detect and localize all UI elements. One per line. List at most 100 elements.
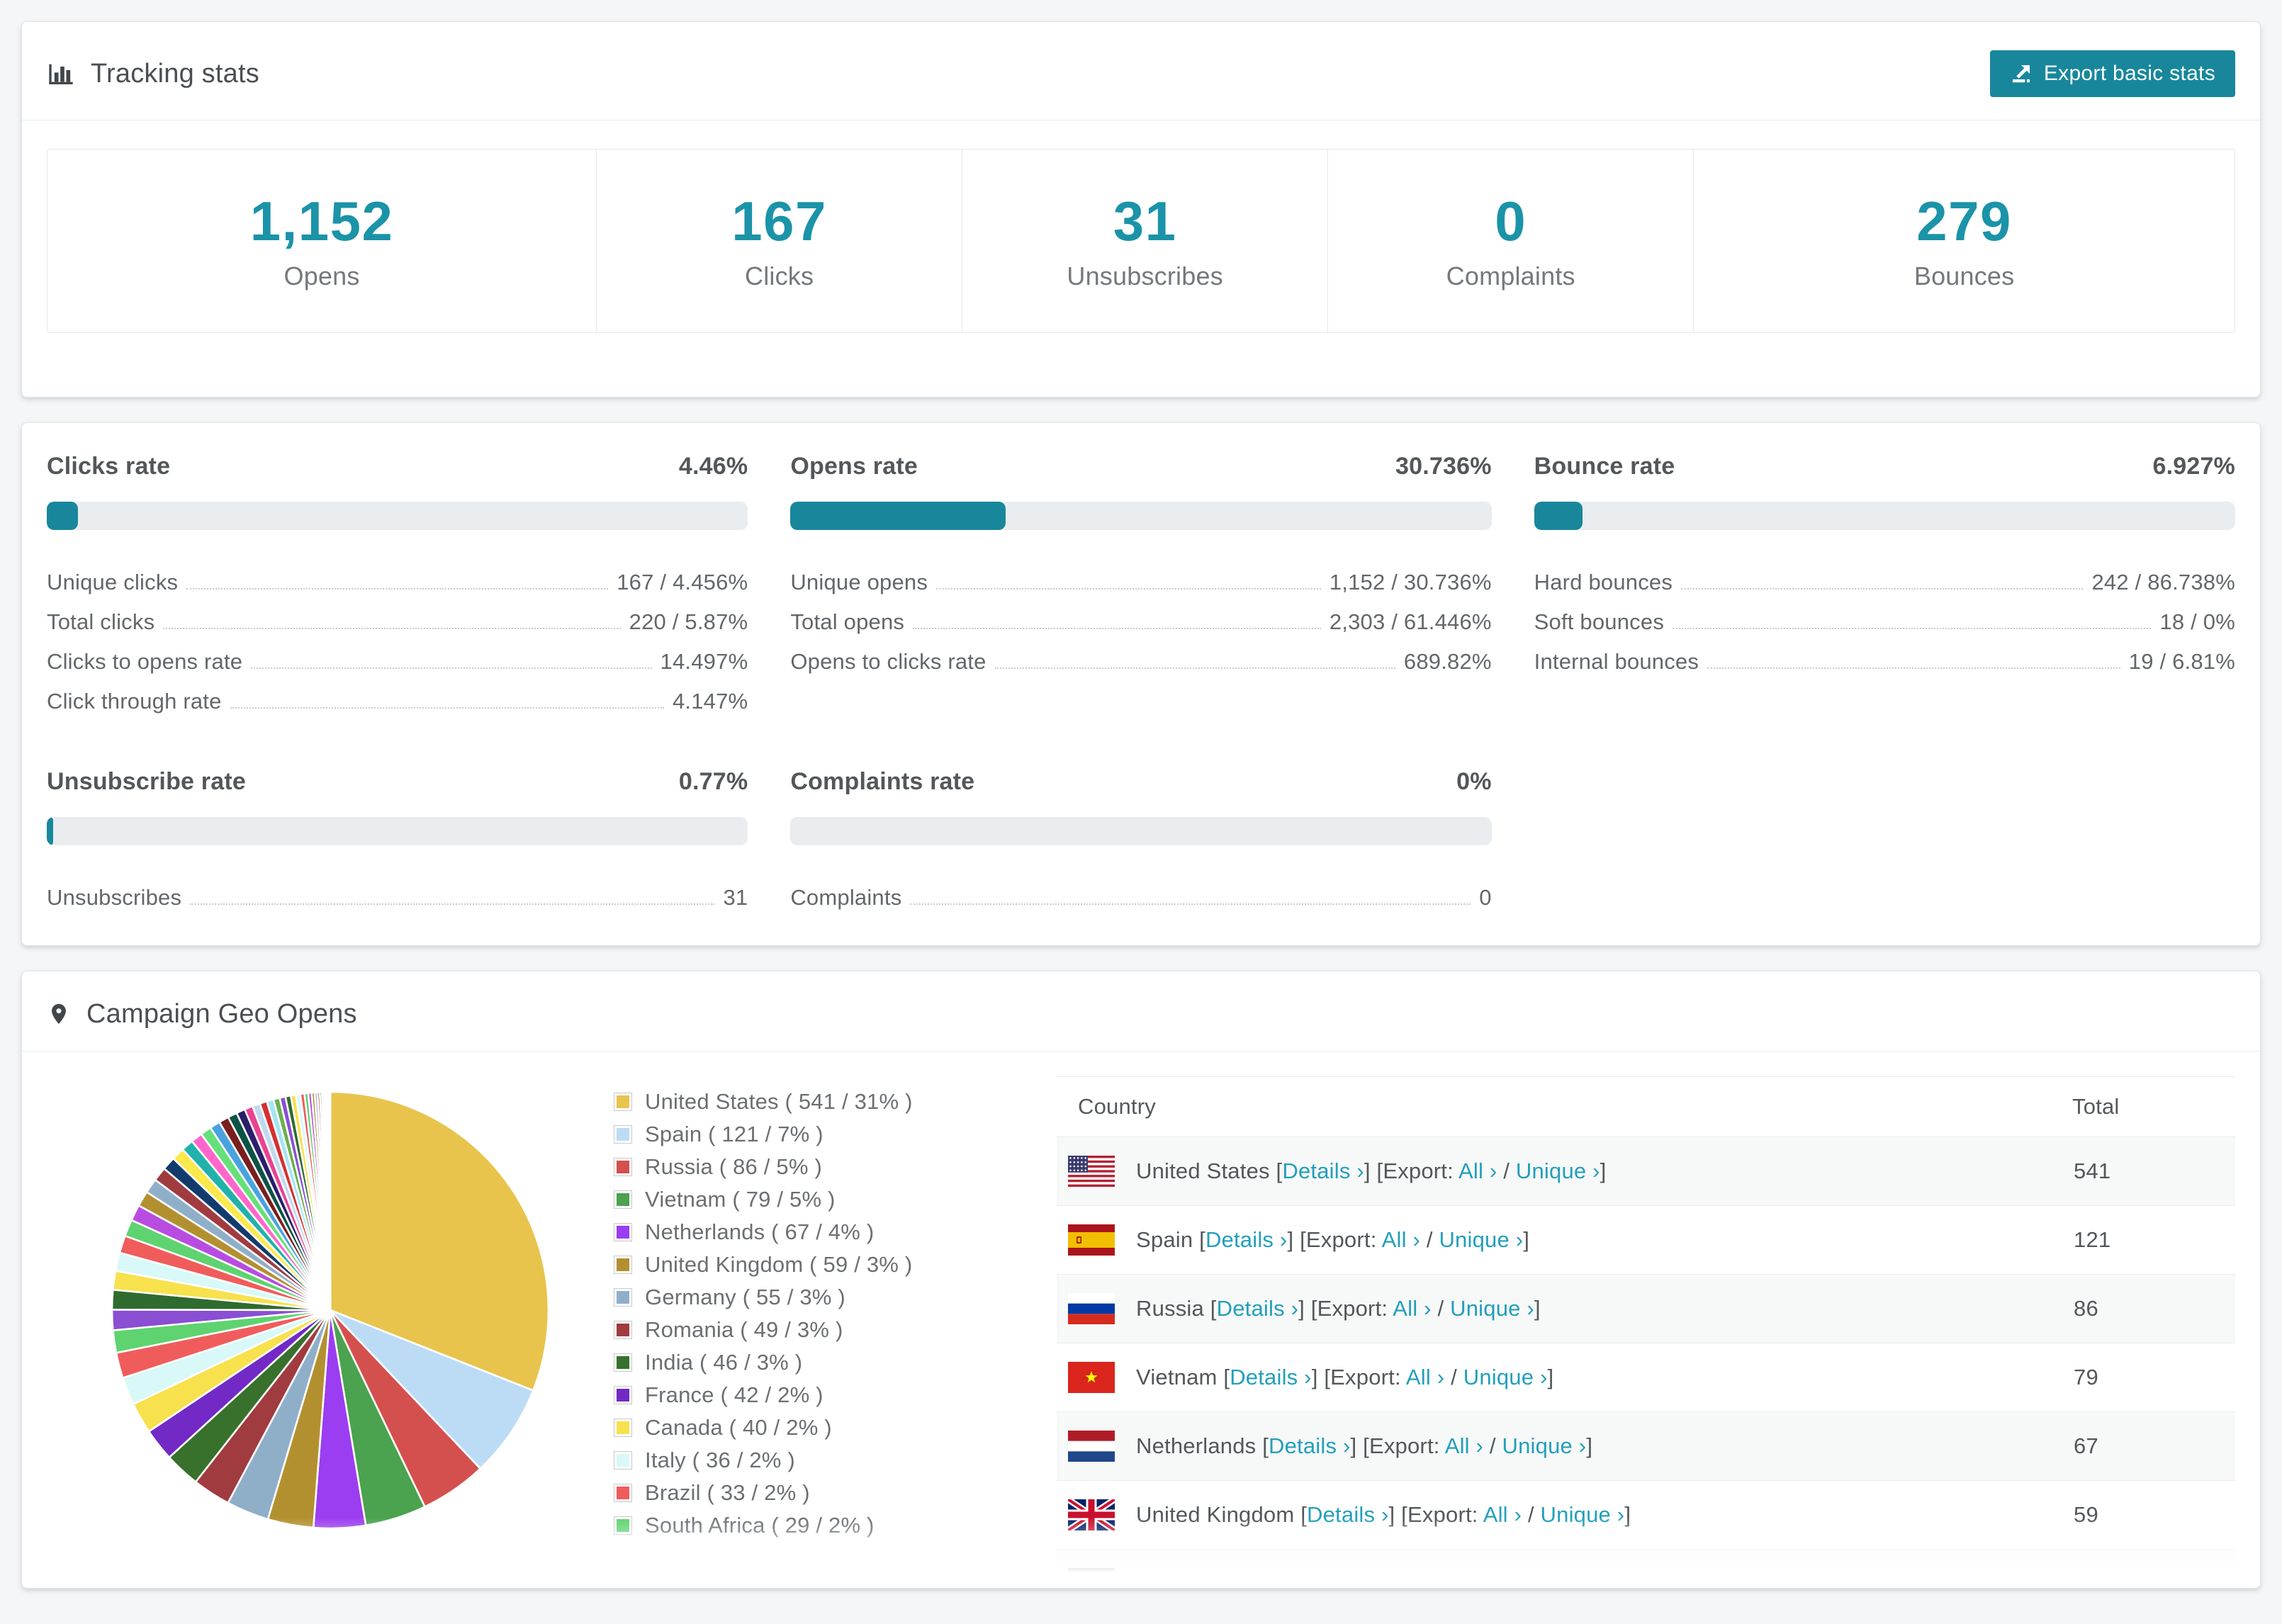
export-all-link[interactable]: All ›	[1382, 1227, 1420, 1252]
rate-row-value: 220 / 5.87%	[629, 609, 748, 634]
rate-row-opens-to-clicks-rate: Opens to clicks rate 689.82%	[790, 638, 1491, 677]
legend-swatch-icon	[614, 1093, 632, 1111]
details-link[interactable]: Details ›	[1307, 1502, 1389, 1527]
rate-panel-title: Complaints rate	[790, 768, 975, 795]
details-link[interactable]: Details ›	[1230, 1365, 1312, 1389]
rate-row-label: Total clicks	[47, 609, 155, 634]
stats-summary-box: 1,152 Opens 167 Clicks 31 Unsubscribes 0…	[47, 149, 2235, 333]
export-all-link[interactable]: All ›	[1445, 1433, 1483, 1458]
rate-row-label: Internal bounces	[1534, 649, 1699, 674]
export-icon	[2012, 65, 2030, 83]
country-name: Germany	[1136, 1571, 1227, 1589]
flag-es-icon	[1068, 1224, 1115, 1256]
bar-chart-icon	[49, 64, 73, 84]
rate-row-value: 1,152 / 30.736%	[1329, 570, 1492, 594]
dotted-leader	[230, 707, 664, 709]
details-link[interactable]: Details ›	[1282, 1158, 1364, 1183]
rate-row-unsubscribes: Unsubscribes 31	[47, 874, 748, 913]
legend-label: Spain ( 121 / 7% )	[645, 1122, 824, 1146]
rate-row-label: Unique opens	[790, 570, 928, 594]
geo-table-header-row: Country Total	[1057, 1076, 2235, 1137]
export-label: Export:	[1330, 1365, 1401, 1389]
progress-bar-fill	[47, 817, 54, 845]
export-label: Export:	[1317, 1296, 1388, 1321]
details-link[interactable]: Details ›	[1217, 1296, 1299, 1321]
rate-row-complaints: Complaints 0	[790, 874, 1491, 913]
legend-swatch-icon	[614, 1321, 632, 1339]
stat-value: 0	[1495, 190, 1527, 252]
flag-nl-icon	[1068, 1431, 1115, 1462]
export-unique-link[interactable]: Unique ›	[1541, 1502, 1625, 1527]
export-unique-link[interactable]: Unique ›	[1516, 1158, 1600, 1183]
flag-ru-icon	[1068, 1293, 1115, 1324]
tracking-stats-title: Tracking stats	[47, 59, 259, 89]
details-link[interactable]: Details ›	[1269, 1433, 1351, 1458]
legend-item-france: France ( 42 / 2% )	[614, 1382, 1057, 1408]
progress-bar-bounce-rate	[1534, 502, 2235, 530]
geo-table: Country Total United States [Details ›] …	[1057, 1076, 2235, 1589]
dotted-leader	[1681, 588, 2084, 590]
export-unique-link[interactable]: Unique ›	[1502, 1433, 1587, 1458]
stat-bounces: 279 Bounces	[1693, 150, 2235, 332]
dotted-leader	[1707, 667, 2120, 669]
stat-value: 1,152	[249, 190, 394, 252]
total-column-header: Total	[2072, 1076, 2235, 1137]
country-total: 67	[2074, 1433, 2098, 1458]
rates-card: Clicks rate 4.46% Unique clicks 167 / 4.…	[21, 422, 2261, 946]
legend-item-vietnam: Vietnam ( 79 / 5% )	[614, 1187, 1057, 1212]
legend-label: Netherlands ( 67 / 4% )	[645, 1219, 875, 1244]
export-button-label: Export basic stats	[2043, 62, 2215, 85]
geo-header: Campaign Geo Opens	[22, 971, 2260, 1051]
legend-label: South Africa ( 29 / 2% )	[645, 1513, 875, 1538]
legend-swatch-icon	[614, 1288, 632, 1307]
details-link[interactable]: Details ›	[1205, 1227, 1288, 1252]
export-all-link[interactable]: All ›	[1406, 1365, 1444, 1389]
legend-label: United States ( 541 / 31% )	[645, 1089, 913, 1114]
export-label: Export:	[1305, 1227, 1377, 1252]
rate-panel-complaints-rate: Complaints rate 0% Complaints 0	[790, 768, 1492, 913]
export-unique-link[interactable]: Unique ›	[1450, 1296, 1534, 1321]
export-all-link[interactable]: All ›	[1416, 1571, 1454, 1588]
export-unique-link[interactable]: Unique ›	[1473, 1571, 1558, 1588]
country-total: 59	[2074, 1502, 2098, 1527]
export-basic-stats-button[interactable]: Export basic stats	[1989, 50, 2235, 97]
legend-swatch-icon	[614, 1451, 632, 1470]
legend-item-united-kingdom: United Kingdom ( 59 / 3% )	[614, 1252, 1057, 1278]
rate-panel-value: 4.46%	[678, 453, 748, 480]
dotted-leader	[186, 588, 609, 590]
rate-panel-value: 0%	[1456, 768, 1492, 795]
flag-de-icon	[1068, 1568, 1115, 1588]
geo-row-vietnam: Vietnam [Details ›] [Export: All › / Uni…	[1057, 1343, 2235, 1412]
export-unique-link[interactable]: Unique ›	[1439, 1227, 1523, 1252]
details-link[interactable]: Details ›	[1240, 1571, 1322, 1588]
geo-row-spain: Spain [Details ›] [Export: All › / Uniqu…	[1057, 1206, 2235, 1275]
stat-opens: 1,152 Opens	[47, 150, 596, 332]
export-all-link[interactable]: All ›	[1393, 1296, 1431, 1321]
legend-item-russia: Russia ( 86 / 5% )	[614, 1154, 1057, 1180]
export-label: Export:	[1340, 1571, 1412, 1589]
export-unique-link[interactable]: Unique ›	[1463, 1365, 1548, 1389]
export-all-link[interactable]: All ›	[1483, 1502, 1522, 1527]
flag-us-icon	[1068, 1156, 1115, 1188]
export-label: Export:	[1383, 1158, 1454, 1183]
progress-bar-opens-rate	[790, 502, 1492, 530]
geo-body: United States ( 541 / 31% ) Spain ( 121 …	[22, 1051, 2260, 1589]
geo-title: Campaign Geo Opens	[47, 998, 357, 1030]
rate-row-hard-bounces: Hard bounces 242 / 86.738%	[1534, 558, 2235, 598]
country-name: United States	[1136, 1158, 1270, 1183]
legend-label: Vietnam ( 79 / 5% )	[645, 1187, 836, 1212]
country-name: Russia	[1136, 1296, 1204, 1321]
progress-bar-fill	[790, 502, 1006, 530]
legend-item-romania: Romania ( 49 / 3% )	[614, 1317, 1057, 1343]
rate-row-label: Opens to clicks rate	[790, 649, 987, 674]
rate-panel-value: 0.77%	[678, 768, 748, 795]
tracking-stats-card: Tracking stats Export basic stats 1,152 …	[21, 21, 2261, 397]
rate-row-value: 2,303 / 61.446%	[1329, 609, 1492, 634]
rate-row-value: 19 / 6.81%	[2128, 649, 2235, 674]
geo-row-netherlands: Netherlands [Details ›] [Export: All › /…	[1057, 1411, 2235, 1481]
export-all-link[interactable]: All ›	[1458, 1158, 1497, 1183]
progress-bar-clicks-rate	[47, 502, 748, 530]
geo-row-russia: Russia [Details ›] [Export: All › / Uniq…	[1057, 1274, 2235, 1343]
stat-label: Opens	[283, 261, 360, 291]
country-total: 86	[2074, 1296, 2098, 1321]
